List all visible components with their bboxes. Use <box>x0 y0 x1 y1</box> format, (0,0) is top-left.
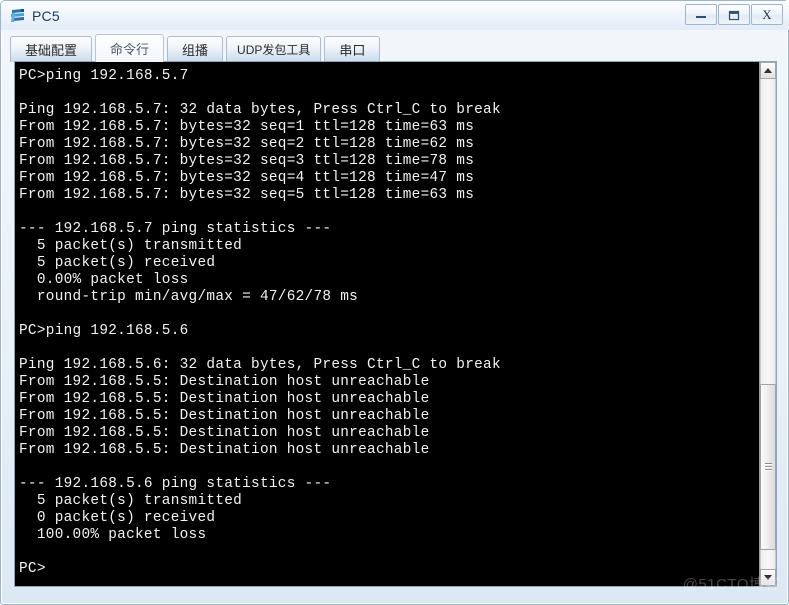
scroll-up-icon[interactable] <box>760 62 776 79</box>
title-bar[interactable]: PC5 X <box>1 1 789 30</box>
network-device-icon <box>8 6 28 26</box>
terminal-line: 0 packet(s) received <box>19 510 216 526</box>
terminal-line: Ping 192.168.5.6: 32 data bytes, Press C… <box>19 357 501 373</box>
scrollbar-grip-icon <box>765 463 772 472</box>
scrollbar-thumb[interactable] <box>760 384 776 550</box>
tab-basic-config[interactable]: 基础配置 <box>10 36 93 62</box>
terminal-line: From 192.168.5.7: bytes=32 seq=2 ttl=128… <box>19 136 475 152</box>
terminal-line: From 192.168.5.7: bytes=32 seq=5 ttl=128… <box>19 187 475 203</box>
terminal-line: From 192.168.5.5: Destination host unrea… <box>19 391 430 407</box>
terminal-line: From 192.168.5.7: bytes=32 seq=1 ttl=128… <box>19 119 475 135</box>
tab-label: 命令行 <box>110 42 150 57</box>
svg-text:X: X <box>762 8 772 21</box>
minimize-button[interactable] <box>685 4 717 25</box>
terminal-line: From 192.168.5.5: Destination host unrea… <box>19 442 430 458</box>
tab-multicast[interactable]: 组播 <box>167 36 224 62</box>
terminal-line: PC>ping 192.168.5.6 <box>19 323 189 339</box>
window-title: PC5 <box>32 7 60 24</box>
terminal-line: 0.00% packet loss <box>19 272 189 288</box>
command-line-panel: PC>ping 192.168.5.7 Ping 192.168.5.7: 32… <box>14 61 777 587</box>
terminal-line: --- 192.168.5.6 ping statistics --- <box>19 476 332 492</box>
terminal-line: round-trip min/avg/max = 47/62/78 ms <box>19 289 359 305</box>
tab-bar: 基础配置 命令行 组播 UDP发包工具 串口 <box>10 32 781 62</box>
terminal-line: From 192.168.5.7: bytes=32 seq=3 ttl=128… <box>19 153 475 169</box>
tab-label: 串口 <box>339 43 366 58</box>
terminal-line: PC> <box>19 561 46 577</box>
terminal-line: 5 packet(s) received <box>19 255 216 271</box>
tab-label: UDP发包工具 <box>237 43 311 57</box>
terminal-output[interactable]: PC>ping 192.168.5.7 Ping 192.168.5.7: 32… <box>15 62 759 586</box>
scroll-down-icon[interactable] <box>760 569 776 586</box>
terminal-scrollbar[interactable] <box>759 62 776 586</box>
maximize-button[interactable] <box>718 4 750 25</box>
terminal-line: From 192.168.5.5: Destination host unrea… <box>19 425 430 441</box>
window-controls: X <box>685 4 783 25</box>
tab-udp-tool[interactable]: UDP发包工具 <box>226 36 322 62</box>
tab-serial-port[interactable]: 串口 <box>324 36 381 62</box>
terminal-line: From 192.168.5.5: Destination host unrea… <box>19 408 430 424</box>
terminal-line: Ping 192.168.5.7: 32 data bytes, Press C… <box>19 102 501 118</box>
terminal-line: From 192.168.5.5: Destination host unrea… <box>19 374 430 390</box>
terminal-line: 5 packet(s) transmitted <box>19 493 243 509</box>
close-button[interactable]: X <box>751 4 783 25</box>
terminal-line: --- 192.168.5.7 ping statistics --- <box>19 221 332 237</box>
tab-command-line[interactable]: 命令行 <box>95 34 165 62</box>
tab-label: 基础配置 <box>25 43 78 58</box>
terminal-line: From 192.168.5.7: bytes=32 seq=4 ttl=128… <box>19 170 475 186</box>
terminal-line: 5 packet(s) transmitted <box>19 238 243 254</box>
tab-label: 组播 <box>182 43 209 58</box>
pc5-window: PC5 X 基础配置 命令行 组播 UDP发包工具 串口 PC>ping 192… <box>0 0 789 605</box>
terminal-line: 100.00% packet loss <box>19 527 207 543</box>
terminal-line: PC>ping 192.168.5.7 <box>19 68 189 84</box>
